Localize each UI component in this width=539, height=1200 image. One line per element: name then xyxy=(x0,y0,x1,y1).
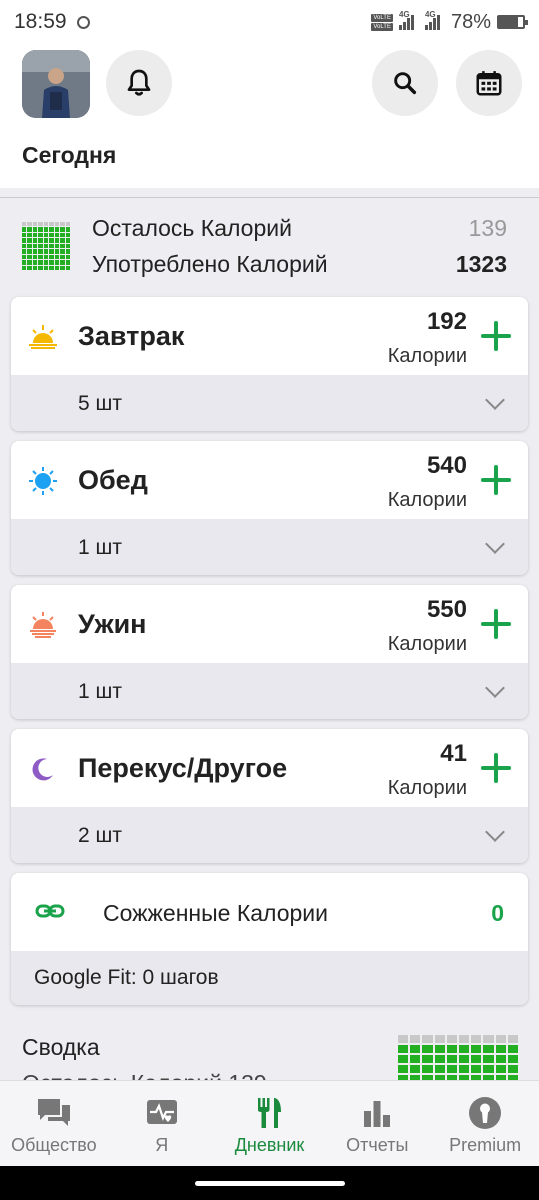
signal-icon: 4G xyxy=(398,10,419,30)
meal-items-toggle[interactable]: 5 шт xyxy=(11,375,528,431)
gesture-bar xyxy=(0,1166,539,1200)
nav-reports[interactable]: Отчеты xyxy=(323,1081,431,1166)
nav-label: Отчеты xyxy=(346,1135,409,1155)
consumed-label: Употреблено Калорий xyxy=(92,251,328,277)
summary-title: Сводка xyxy=(22,1034,100,1060)
battery-icon xyxy=(497,15,528,29)
meal-header[interactable]: Завтрак 192 Калории xyxy=(11,297,528,375)
nav-community[interactable]: Общество xyxy=(0,1081,108,1166)
sun-icon xyxy=(29,467,57,495)
nav-premium[interactable]: Premium xyxy=(431,1081,539,1166)
link-icon xyxy=(35,904,65,918)
meal-calories: 41 xyxy=(440,740,467,767)
meal-calories-label: Калории xyxy=(387,777,467,799)
signal-icon-2: 4G xyxy=(424,10,445,30)
meal-calories-label: Калории xyxy=(387,489,467,511)
chevron-down-icon xyxy=(485,390,505,410)
meal-calories-label: Калории xyxy=(387,345,467,367)
volte-icon: VoLTE VoLTE xyxy=(371,13,393,31)
notifications-button[interactable] xyxy=(106,50,172,116)
nav-label: Premium xyxy=(449,1135,522,1155)
premium-icon xyxy=(469,1097,502,1129)
nav-label: Общество xyxy=(11,1135,97,1155)
meal-name: Ужин xyxy=(78,609,147,639)
sunrise-icon xyxy=(29,325,57,349)
meal-calories: 192 xyxy=(426,308,467,335)
sunset-icon xyxy=(30,612,56,638)
add-food-button[interactable] xyxy=(480,464,512,496)
meal-calories: 550 xyxy=(426,596,467,623)
burned-label: Сожженные Калории xyxy=(103,900,328,926)
summary-partial-row: Осталось Калорий 139 xyxy=(22,1070,382,1080)
community-icon xyxy=(37,1099,70,1126)
meal-count: 1 шт xyxy=(78,680,122,703)
remaining-label: Осталось Калорий xyxy=(92,215,292,241)
meal-card-lunch: Обед 540 Калории 1 шт xyxy=(11,441,528,575)
meal-items-toggle[interactable]: 1 шт xyxy=(11,519,528,575)
battery-percent: 78% xyxy=(450,10,491,33)
google-fit-steps: Google Fit: 0 шагов xyxy=(34,966,219,989)
battery-fill xyxy=(499,17,518,27)
burned-value: 0 xyxy=(491,900,504,926)
search-button[interactable] xyxy=(372,50,438,116)
add-food-button[interactable] xyxy=(480,320,512,352)
header: Сегодня xyxy=(0,44,539,188)
meal-name: Перекус/Другое xyxy=(78,753,288,783)
meal-card-breakfast: Завтрак 192 Калории 5 шт xyxy=(11,297,528,431)
meal-items-toggle[interactable]: 1 шт xyxy=(11,663,528,719)
meal-name: Обед xyxy=(78,465,148,495)
meal-count: 2 шт xyxy=(78,824,122,847)
summary-grid-icon xyxy=(398,1035,518,1080)
meal-count: 5 шт xyxy=(78,392,122,415)
bottom-nav: Общество Я Дневник Отчеты Premium xyxy=(0,1080,539,1166)
meal-calories: 540 xyxy=(426,452,467,479)
notification-dot-icon xyxy=(76,15,90,29)
consumed-value: 1323 xyxy=(455,251,507,277)
search-icon xyxy=(394,72,417,95)
meal-header[interactable]: Перекус/Другое 41 Калории xyxy=(11,729,528,807)
calorie-grid-icon xyxy=(22,222,70,270)
moon-icon xyxy=(32,758,53,781)
meal-card-dinner: Ужин 550 Калории 1 шт xyxy=(11,585,528,719)
nav-label: Я xyxy=(155,1135,169,1155)
status-bar: 18:59 VoLTE VoLTE 4G 4G 78% xyxy=(0,0,539,44)
home-gesture-handle[interactable] xyxy=(195,1181,345,1186)
bell-icon xyxy=(127,69,151,96)
meal-count: 1 шт xyxy=(78,536,122,559)
nav-me[interactable]: Я xyxy=(108,1081,216,1166)
burned-calories-card[interactable]: Сожженные Калории 0 Google Fit: 0 шагов xyxy=(11,873,528,1005)
meal-header[interactable]: Ужин 550 Калории xyxy=(11,585,528,663)
add-food-button[interactable] xyxy=(480,752,512,784)
meal-header[interactable]: Обед 540 Калории xyxy=(11,441,528,519)
calorie-summary[interactable]: Осталось Калорий 139 Употреблено Калорий… xyxy=(0,197,539,287)
chevron-down-icon xyxy=(485,534,505,554)
diary-icon xyxy=(258,1098,282,1128)
status-time: 18:59 xyxy=(14,10,67,33)
reports-icon xyxy=(364,1101,391,1127)
chevron-down-icon xyxy=(485,678,505,698)
meal-card-snack: Перекус/Другое 41 Калории 2 шт xyxy=(11,729,528,863)
add-food-button[interactable] xyxy=(480,608,512,640)
meal-items-toggle[interactable]: 2 шт xyxy=(11,807,528,863)
remaining-value: 139 xyxy=(468,215,507,241)
nav-label: Дневник xyxy=(234,1135,305,1155)
meal-calories-label: Калории xyxy=(387,633,467,655)
avatar[interactable] xyxy=(22,50,90,118)
chevron-down-icon xyxy=(485,822,505,842)
nav-diary[interactable]: Дневник xyxy=(216,1081,324,1166)
page-title: Сегодня xyxy=(22,142,117,168)
calendar-icon xyxy=(476,71,502,96)
me-icon xyxy=(146,1100,177,1124)
meal-name: Завтрак xyxy=(78,321,185,351)
calendar-button[interactable] xyxy=(456,50,522,116)
